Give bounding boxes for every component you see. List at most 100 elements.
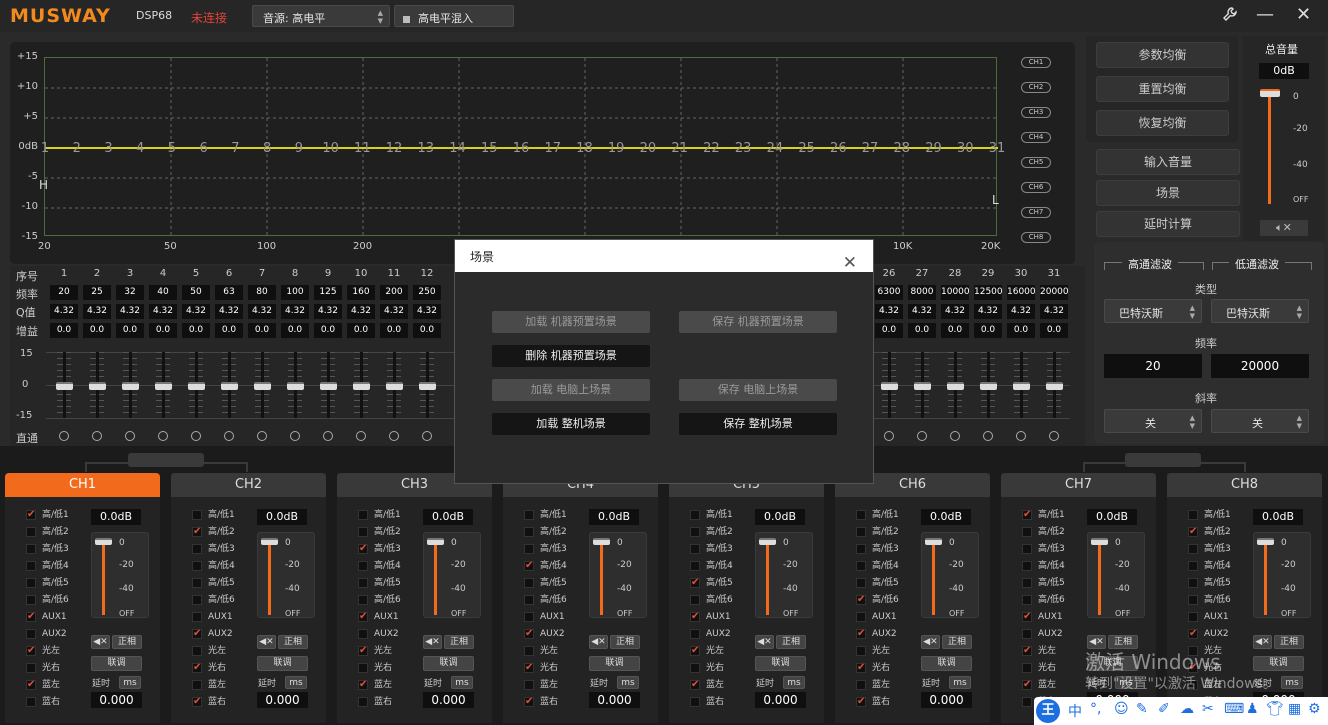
channel-input-option[interactable]: AUX1 (1022, 610, 1063, 624)
close-icon[interactable]: ✕ (843, 246, 857, 280)
band-q-input[interactable]: 4.32 (314, 304, 342, 319)
link-button[interactable]: 联调 (423, 656, 474, 671)
channel-input-option[interactable]: 高/低4 (690, 559, 733, 573)
band-fader-knob[interactable] (1013, 382, 1030, 390)
checkbox[interactable] (1188, 510, 1198, 520)
link-button[interactable]: 联调 (589, 656, 640, 671)
band-number[interactable]: 17 (544, 141, 561, 156)
band-q-input[interactable]: 4.32 (83, 304, 111, 319)
checkbox[interactable] (690, 697, 700, 707)
user-icon[interactable]: ♟ (1246, 701, 1259, 717)
band-freq-input[interactable]: 25 (83, 285, 111, 300)
delay-value[interactable]: 0.000 (423, 692, 474, 708)
channel-input-option[interactable]: AUX2 (26, 627, 67, 641)
bypass-radio[interactable] (191, 431, 201, 441)
master-volume-value[interactable]: 0dB (1259, 63, 1309, 79)
channel-input-option[interactable]: 高/低1 (1022, 508, 1065, 522)
band-number[interactable]: 19 (608, 141, 625, 156)
scene-button[interactable]: 场景 (1096, 180, 1240, 206)
bypass-radio[interactable] (356, 431, 366, 441)
band-number[interactable]: 26 (830, 141, 847, 156)
band-freq-input[interactable]: 63 (215, 285, 243, 300)
phase-button[interactable]: 正相 (1274, 635, 1304, 649)
channel-input-option[interactable]: 高/低2 (26, 525, 69, 539)
checkbox[interactable] (524, 510, 534, 520)
band-number[interactable]: 11 (354, 141, 371, 156)
channel-input-option[interactable]: 光右 (26, 661, 60, 675)
checkbox[interactable] (856, 627, 866, 641)
bypass-radio[interactable] (389, 431, 399, 441)
band-number[interactable]: 18 (576, 141, 593, 156)
checkbox[interactable] (1022, 697, 1032, 707)
band-number[interactable]: 21 (671, 141, 688, 156)
checkbox[interactable] (358, 629, 368, 639)
band-fader-knob[interactable] (419, 382, 436, 390)
channel-input-option[interactable]: 高/低5 (1022, 576, 1065, 590)
checkbox[interactable] (856, 612, 866, 622)
band-number[interactable]: 25 (798, 141, 815, 156)
band-fader-knob[interactable] (254, 382, 271, 390)
phase-button[interactable]: 正相 (610, 635, 640, 649)
band-gain-input[interactable]: 0.0 (182, 323, 210, 338)
band-gain-input[interactable]: 0.0 (215, 323, 243, 338)
channel-input-option[interactable]: 高/低2 (1022, 525, 1065, 539)
channel-input-option[interactable]: 光左 (524, 644, 558, 658)
load-full-scene-button[interactable]: 加载 整机场景 (492, 413, 650, 435)
band-freq-input[interactable]: 6300 (875, 285, 903, 300)
delay-unit-button[interactable]: ms (285, 676, 307, 689)
band-gain-input[interactable]: 0.0 (380, 323, 408, 338)
channel-gain-value[interactable]: 0.0dB (1087, 509, 1137, 525)
band-q-input[interactable]: 4.32 (1007, 304, 1035, 319)
channel-input-option[interactable]: 高/低4 (1188, 559, 1231, 573)
checkbox[interactable] (1022, 578, 1032, 588)
phase-button[interactable]: 正相 (942, 635, 972, 649)
mute-icon[interactable]: ◀︎✕ (1253, 635, 1272, 649)
band-gain-input[interactable]: 0.0 (50, 323, 78, 338)
band-number[interactable]: 6 (200, 141, 208, 156)
channel-fader-knob[interactable] (925, 538, 942, 545)
band-number[interactable]: 31 (989, 141, 1006, 156)
channel-input-option[interactable]: 光右 (524, 661, 558, 675)
band-number[interactable]: 27 (862, 141, 879, 156)
checkbox[interactable] (690, 595, 700, 605)
checkbox[interactable] (192, 510, 202, 520)
checkbox[interactable] (358, 610, 368, 624)
bypass-radio[interactable] (224, 431, 234, 441)
band-freq-input[interactable]: 200 (380, 285, 408, 300)
checkbox[interactable] (358, 578, 368, 588)
band-freq-input[interactable]: 12500 (974, 285, 1003, 300)
save-full-scene-button[interactable]: 保存 整机场景 (679, 413, 837, 435)
close-icon[interactable]: ✕ (1296, 4, 1311, 25)
phase-button[interactable]: 正相 (444, 635, 474, 649)
checkbox[interactable] (26, 561, 36, 571)
channel-input-option[interactable]: 高/低2 (524, 525, 567, 539)
checkbox[interactable] (358, 510, 368, 520)
bypass-radio[interactable] (158, 431, 168, 441)
band-q-input[interactable]: 4.32 (941, 304, 969, 319)
checkbox[interactable] (856, 510, 866, 520)
channel-input-option[interactable]: 光左 (192, 644, 226, 658)
graph-ch2-button[interactable]: CH2 (1021, 82, 1051, 93)
band-number[interactable]: 16 (513, 141, 530, 156)
channel-input-option[interactable]: 高/低6 (856, 593, 899, 607)
channel-input-option[interactable]: 蓝左 (26, 678, 60, 692)
checkbox[interactable] (26, 644, 36, 658)
delay-unit-button[interactable]: ms (1281, 676, 1303, 689)
skin-icon[interactable]: 👕︎ (1266, 701, 1284, 717)
band-number[interactable]: 12 (386, 141, 403, 156)
channel-input-option[interactable]: 高/低5 (856, 576, 899, 590)
grid-icon[interactable]: ▦ (1288, 701, 1301, 717)
band-q-input[interactable]: 4.32 (908, 304, 936, 319)
channel-input-option[interactable]: 蓝左 (192, 678, 226, 692)
edit-icon[interactable]: ✐ (1158, 701, 1170, 717)
master-mute-icon[interactable]: 🔈︎✕ (1260, 220, 1308, 236)
checkbox[interactable] (524, 661, 534, 675)
band-q-input[interactable]: 4.32 (281, 304, 309, 319)
checkbox[interactable] (192, 578, 202, 588)
channel-input-option[interactable]: AUX1 (192, 610, 233, 624)
delay-calc-button[interactable]: 延时计算 (1096, 211, 1240, 237)
checkbox[interactable] (1022, 678, 1032, 692)
checkbox[interactable] (690, 678, 700, 692)
channel-input-option[interactable]: 高/低6 (1188, 593, 1231, 607)
checkbox[interactable] (524, 527, 534, 537)
